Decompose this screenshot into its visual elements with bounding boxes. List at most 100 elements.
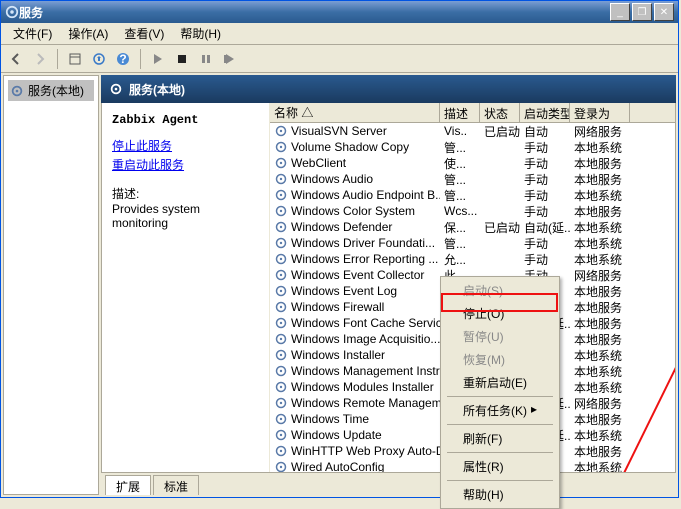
service-desc: 使...: [440, 155, 480, 172]
service-login: 网络服务: [570, 267, 630, 284]
service-desc: Wcs...: [440, 204, 480, 218]
tab-extended[interactable]: 扩展: [105, 475, 151, 495]
forward-button[interactable]: [29, 48, 51, 70]
service-row[interactable]: VisualSVN ServerVis..已启动自动网络服务: [270, 123, 675, 139]
service-row[interactable]: Windows Error Reporting ...允...手动本地系统: [270, 251, 675, 267]
service-login: 本地系统: [570, 363, 630, 380]
view-tabs: 扩展 标准: [101, 473, 676, 495]
export-button[interactable]: [88, 48, 110, 70]
ctx-properties[interactable]: 属性(R): [443, 455, 557, 478]
service-row[interactable]: Windows Audio Endpoint B...管...手动本地系统: [270, 187, 675, 203]
service-login: 本地服务: [570, 411, 630, 428]
gear-icon: [274, 124, 288, 138]
titlebar[interactable]: 服务 _ ❐ ✕: [1, 1, 678, 23]
service-login: 网络服务: [570, 123, 630, 140]
service-row[interactable]: WebClient使...手动本地服务: [270, 155, 675, 171]
gear-icon: [274, 172, 288, 186]
ctx-stop[interactable]: 停止(O): [443, 302, 557, 325]
toolbar: ?: [1, 45, 678, 73]
restart-link[interactable]: 重启动此服务: [112, 156, 259, 173]
stop-link[interactable]: 停止此服务: [112, 137, 259, 154]
properties-button[interactable]: [64, 48, 86, 70]
service-name: Windows Error Reporting ...: [291, 252, 438, 266]
gear-icon: [274, 220, 288, 234]
ctx-help[interactable]: 帮助(H): [443, 483, 557, 506]
chevron-right-icon: ▸: [531, 402, 537, 419]
ctx-refresh[interactable]: 刷新(F): [443, 427, 557, 450]
stop-service-button[interactable]: [171, 48, 193, 70]
gear-icon: [274, 444, 288, 458]
gear-icon: [274, 428, 288, 442]
tree-root[interactable]: 服务(本地): [8, 80, 94, 101]
service-name: Windows Font Cache Service: [291, 316, 440, 330]
gear-icon: [274, 364, 288, 378]
content-header-label: 服务(本地): [129, 81, 185, 98]
gear-icon: [5, 5, 19, 19]
service-login: 本地服务: [570, 171, 630, 188]
ctx-restart[interactable]: 重新启动(E): [443, 371, 557, 394]
gear-icon: [274, 460, 288, 472]
service-start: 手动: [520, 187, 570, 204]
gear-icon: [274, 252, 288, 266]
tab-standard[interactable]: 标准: [153, 475, 199, 495]
menu-file[interactable]: 文件(F): [5, 23, 60, 44]
service-start: 手动: [520, 139, 570, 156]
service-name: Windows Firewall: [291, 300, 384, 314]
service-name: Windows Remote Managemen...: [291, 396, 440, 410]
menu-action[interactable]: 操作(A): [60, 23, 116, 44]
service-row[interactable]: Windows Defender保...已启动自动(延...本地系统: [270, 219, 675, 235]
service-name: WinHTTP Web Proxy Auto-D...: [291, 444, 440, 458]
gear-icon: [274, 380, 288, 394]
service-row[interactable]: Windows Driver Foundati...管...手动本地系统: [270, 235, 675, 251]
gear-icon: [274, 268, 288, 282]
window-title: 服务: [19, 4, 610, 21]
service-login: 本地系统: [570, 459, 630, 473]
service-name: Windows Driver Foundati...: [291, 236, 435, 250]
service-row[interactable]: Windows Color SystemWcs...手动本地服务: [270, 203, 675, 219]
gear-icon: [274, 236, 288, 250]
service-name: Volume Shadow Copy: [291, 140, 409, 154]
maximize-button[interactable]: ❐: [632, 3, 652, 21]
service-name: WebClient: [291, 156, 346, 170]
service-desc: 允...: [440, 251, 480, 268]
col-desc[interactable]: 描述: [440, 103, 480, 122]
gear-icon: [274, 300, 288, 314]
menu-help[interactable]: 帮助(H): [172, 23, 229, 44]
list-header[interactable]: 名称 △ 描述 状态 启动类型 登录为: [270, 103, 675, 123]
service-name: Windows Event Log: [291, 284, 397, 298]
service-name: Windows Management Instr...: [291, 364, 440, 378]
back-button[interactable]: [5, 48, 27, 70]
service-start: 自动(延...: [520, 219, 570, 236]
gear-icon: [274, 204, 288, 218]
gear-icon: [274, 156, 288, 170]
gear-icon: [274, 140, 288, 154]
service-login: 本地服务: [570, 283, 630, 300]
service-login: 本地系统: [570, 347, 630, 364]
ctx-all-tasks[interactable]: 所有任务(K)▸: [443, 399, 557, 422]
restart-service-button[interactable]: [219, 48, 241, 70]
service-start: 手动: [520, 251, 570, 268]
gear-icon: [274, 396, 288, 410]
service-row[interactable]: Windows Audio管...手动本地服务: [270, 171, 675, 187]
minimize-button[interactable]: _: [610, 3, 630, 21]
service-login: 本地服务: [570, 155, 630, 172]
service-name: Windows Audio Endpoint B...: [291, 188, 440, 202]
service-login: 本地系统: [570, 379, 630, 396]
col-login[interactable]: 登录为: [570, 103, 630, 122]
menu-view[interactable]: 查看(V): [116, 23, 172, 44]
service-status: 已启动: [480, 123, 520, 140]
start-service-button[interactable]: [147, 48, 169, 70]
col-start[interactable]: 启动类型: [520, 103, 570, 122]
service-name: Windows Defender: [291, 220, 392, 234]
service-name: Windows Audio: [291, 172, 373, 186]
context-menu: 启动(S) 停止(O) 暂停(U) 恢复(M) 重新启动(E) 所有任务(K)▸…: [440, 276, 560, 509]
help-button[interactable]: ?: [112, 48, 134, 70]
gear-icon: [274, 412, 288, 426]
service-row[interactable]: Volume Shadow Copy管...手动本地系统: [270, 139, 675, 155]
service-login: 本地系统: [570, 235, 630, 252]
desc-label: 描述:: [112, 185, 259, 202]
pause-service-button[interactable]: [195, 48, 217, 70]
col-name[interactable]: 名称 △: [270, 103, 440, 122]
close-button[interactable]: ✕: [654, 3, 674, 21]
col-status[interactable]: 状态: [480, 103, 520, 122]
